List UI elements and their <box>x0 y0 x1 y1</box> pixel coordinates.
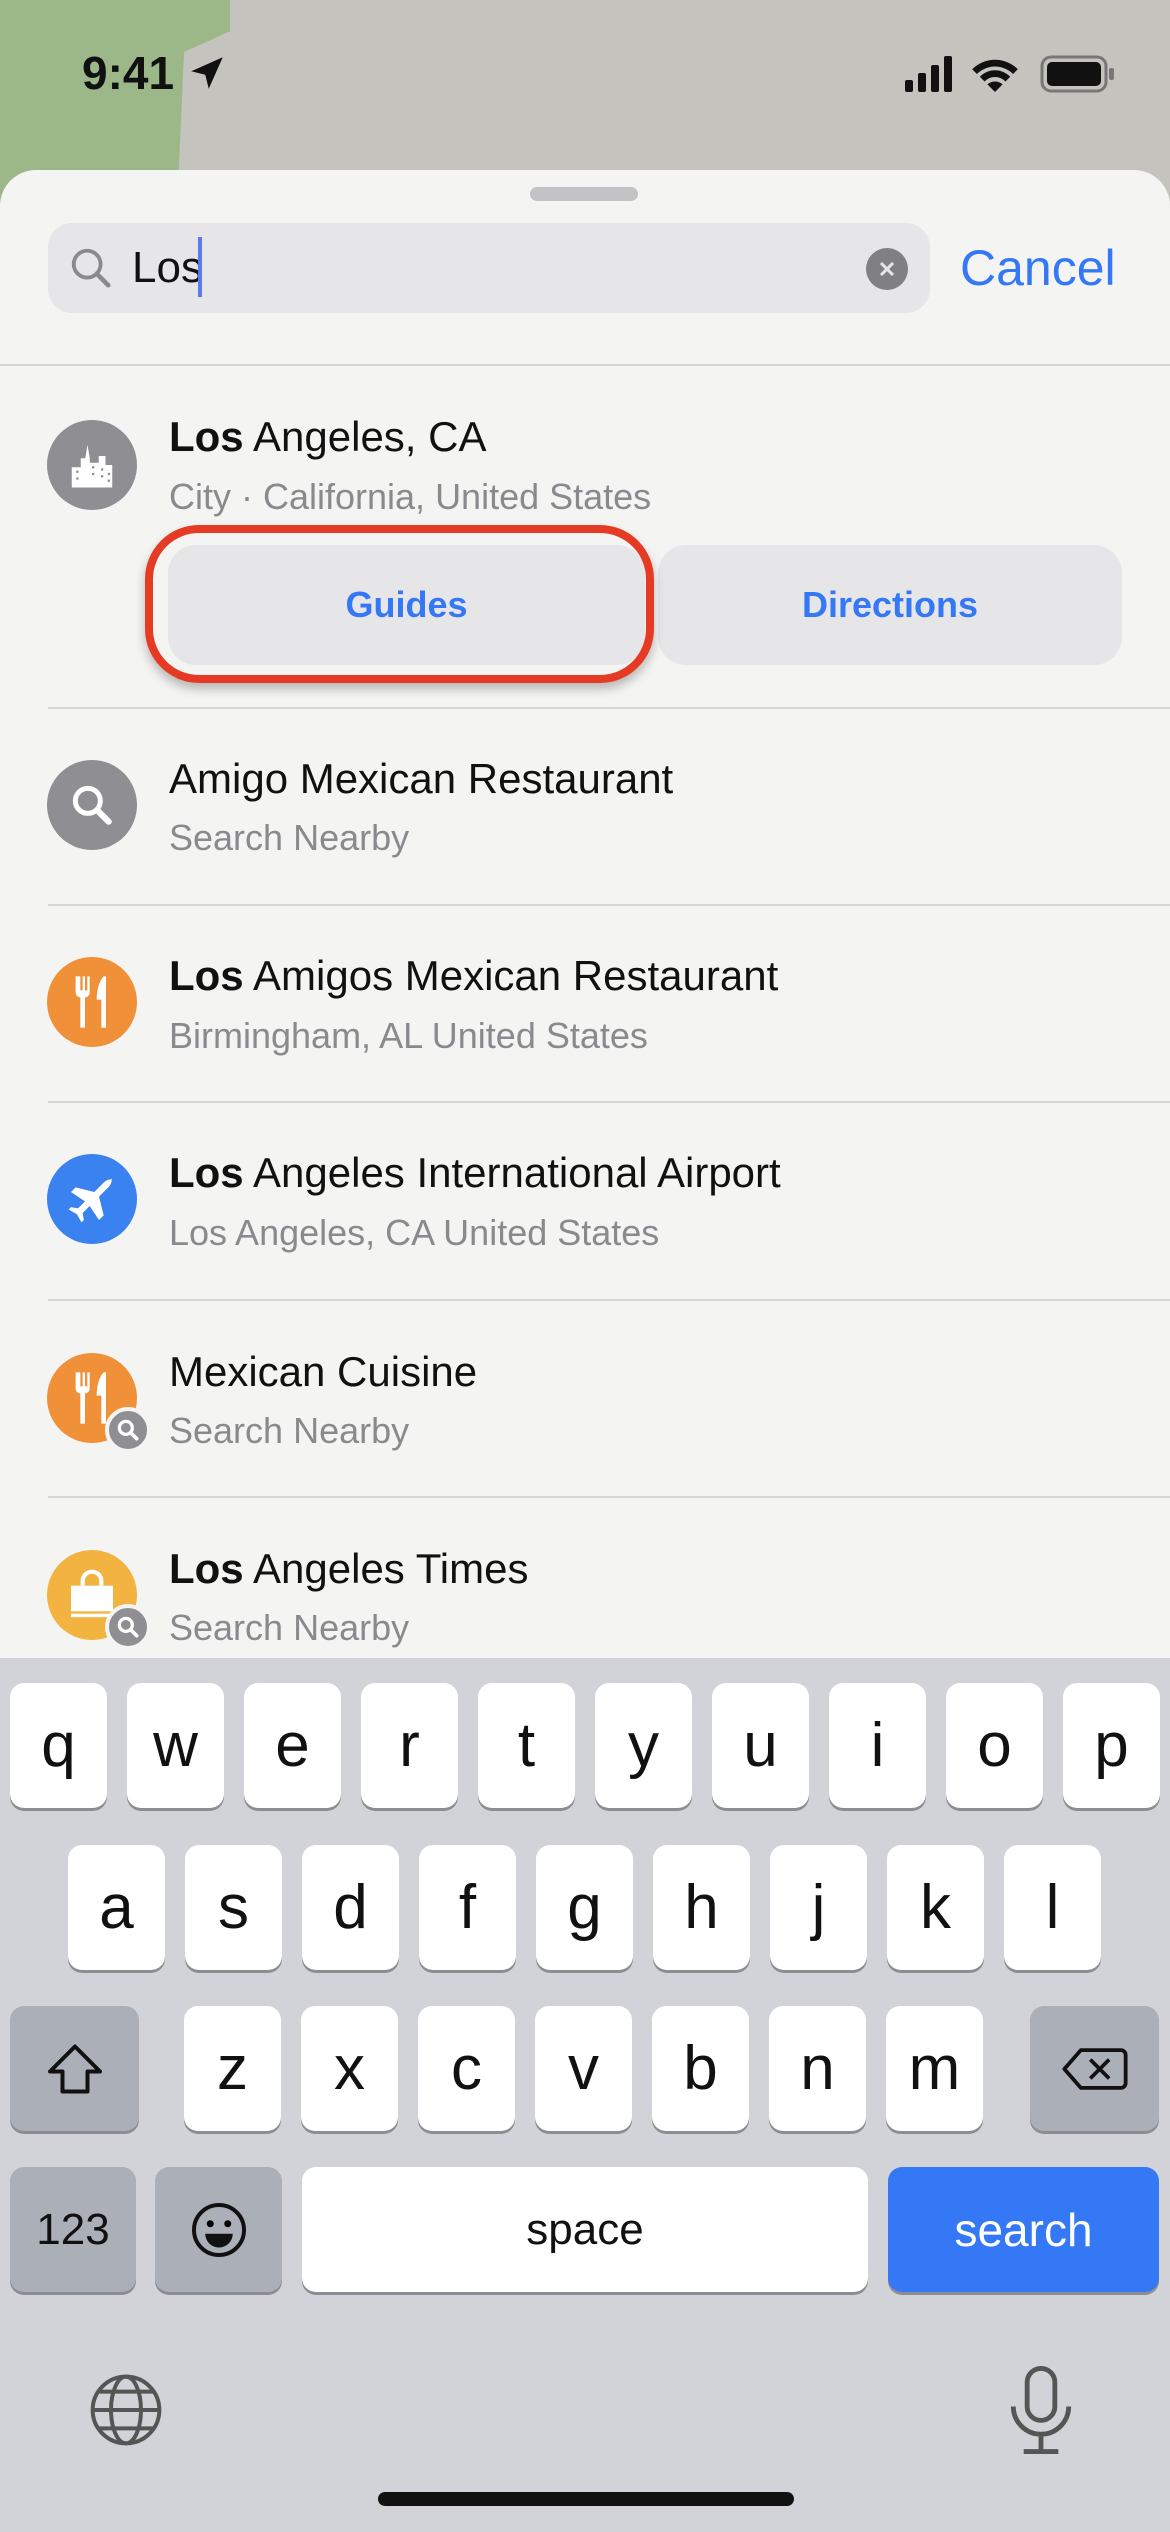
key-o[interactable]: o <box>946 1683 1043 1808</box>
search-icon <box>71 248 111 288</box>
key-j[interactable]: j <box>770 1845 867 1970</box>
key-e[interactable]: e <box>244 1683 341 1808</box>
result-subtitle: Search Nearby <box>169 817 410 858</box>
divider <box>48 904 1170 906</box>
key-a[interactable]: a <box>68 1845 165 1970</box>
key-s[interactable]: s <box>185 1845 282 1970</box>
result-title[interactable]: Los Angeles Times <box>169 1544 528 1594</box>
result-subtitle: Los Angeles, CA United States <box>169 1212 660 1253</box>
key-r[interactable]: r <box>361 1683 458 1808</box>
key-m[interactable]: m <box>886 2006 983 2131</box>
numbers-key[interactable]: 123 <box>10 2167 136 2292</box>
delete-key[interactable] <box>1030 2006 1159 2131</box>
result-title-rest: Amigo Mexican Restaurant <box>169 755 674 802</box>
key-g[interactable]: g <box>536 1845 633 1970</box>
location-arrow-icon <box>191 57 223 89</box>
divider <box>0 364 1170 366</box>
city-icon <box>47 420 137 510</box>
key-q[interactable]: q <box>10 1683 107 1808</box>
result-subtitle: Birmingham, AL United States <box>169 1015 648 1056</box>
result-title[interactable]: Los Angeles International Airport <box>169 1148 781 1198</box>
key-y[interactable]: y <box>595 1683 692 1808</box>
divider <box>48 1299 1170 1301</box>
key-k[interactable]: k <box>887 1845 984 1970</box>
key-t[interactable]: t <box>478 1683 575 1808</box>
shopping-bag-icon <box>47 1550 151 1650</box>
key-l[interactable]: l <box>1004 1845 1101 1970</box>
text-cursor <box>198 237 202 297</box>
divider <box>48 1101 1170 1103</box>
result-title-match: Los <box>169 1545 244 1592</box>
result-subtitle: Search Nearby <box>169 1607 410 1648</box>
result-title-rest: Angeles Times <box>243 1545 529 1592</box>
search-key[interactable]: search <box>888 2167 1159 2292</box>
divider <box>48 1496 1170 1498</box>
key-w[interactable]: w <box>127 1683 224 1808</box>
result-title-match: Los <box>169 413 244 460</box>
fork-knife-icon <box>47 1353 151 1453</box>
key-n[interactable]: n <box>769 2006 866 2131</box>
shift-icon <box>47 2044 102 2093</box>
wifi-icon <box>972 59 1018 92</box>
result-title[interactable]: Mexican Cuisine <box>169 1347 477 1397</box>
key-v[interactable]: v <box>535 2006 632 2131</box>
cancel-button[interactable]: Cancel <box>960 238 1116 298</box>
emoji-key[interactable] <box>155 2167 282 2292</box>
sheet-grabber[interactable] <box>530 187 638 201</box>
battery-icon <box>1040 55 1114 93</box>
key-u[interactable]: u <box>712 1683 809 1808</box>
airplane-icon <box>47 1154 137 1244</box>
clear-icon[interactable] <box>866 248 908 290</box>
search-field[interactable]: Los <box>48 223 930 313</box>
key-z[interactable]: z <box>184 2006 281 2131</box>
result-title-match: Los <box>169 1149 244 1196</box>
search-input[interactable]: Los <box>132 241 203 295</box>
search-badge-icon <box>105 1604 151 1650</box>
microphone-icon[interactable] <box>1006 2365 1076 2455</box>
result-title[interactable]: Los Amigos Mexican Restaurant <box>169 951 778 1001</box>
result-subtitle: Search Nearby <box>169 1410 410 1451</box>
key-b[interactable]: b <box>652 2006 749 2131</box>
divider <box>48 707 1170 709</box>
result-title[interactable]: Amigo Mexican Restaurant <box>169 754 673 804</box>
key-f[interactable]: f <box>419 1845 516 1970</box>
delete-icon <box>1061 2047 1128 2090</box>
space-key[interactable]: space <box>302 2167 868 2292</box>
home-indicator[interactable] <box>378 2492 794 2506</box>
search-badge-icon <box>105 1407 151 1453</box>
result-subtitle: City · California, United States <box>169 476 652 517</box>
result-title-rest: Angeles, CA <box>243 413 487 460</box>
search-icon <box>47 760 137 850</box>
status-time: 9:41 <box>82 47 175 99</box>
result-title-rest: Mexican Cuisine <box>169 1348 478 1395</box>
key-i[interactable]: i <box>829 1683 926 1808</box>
key-h[interactable]: h <box>653 1845 750 1970</box>
key-c[interactable]: c <box>418 2006 515 2131</box>
emoji-icon <box>191 2202 246 2257</box>
key-x[interactable]: x <box>301 2006 398 2131</box>
fork-knife-icon <box>47 957 137 1047</box>
result-title-match: Los <box>169 952 244 999</box>
globe-icon[interactable] <box>86 2370 166 2450</box>
key-p[interactable]: p <box>1063 1683 1160 1808</box>
result-title[interactable]: Los Angeles, CA <box>169 412 486 462</box>
key-d[interactable]: d <box>302 1845 399 1970</box>
result-title-rest: Amigos Mexican Restaurant <box>243 952 779 999</box>
shift-key[interactable] <box>10 2006 139 2131</box>
highlight-ring <box>145 525 654 683</box>
directions-button[interactable]: Directions <box>658 545 1122 665</box>
result-title-rest: Angeles International Airport <box>243 1149 781 1196</box>
cellular-signal-icon <box>905 56 952 92</box>
